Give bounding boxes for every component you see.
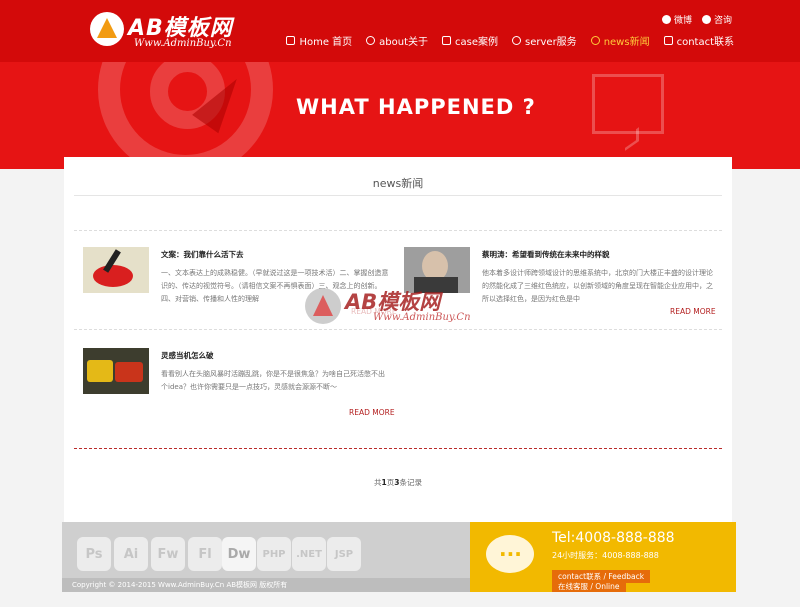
- nav-item-home[interactable]: Home 首页: [286, 33, 352, 48]
- watermark-mark-icon: [305, 288, 341, 324]
- contact-box: Tel:4008-888-888 24小时服务：4008-888-888 con…: [470, 522, 736, 592]
- section-title: news新闻: [372, 177, 424, 190]
- hotline-text: 24小时服务：4008-888-888: [552, 551, 659, 560]
- refresh-icon: [512, 36, 522, 45]
- watermark-subtitle: Www.AdminBuy.Cn: [373, 312, 471, 323]
- news-thumbnail[interactable]: [83, 348, 149, 394]
- php-icon: PHP: [257, 537, 291, 571]
- logo-mark-icon: [90, 12, 124, 46]
- news-item: 灵感当机怎么破 看看别人在头脑风暴时活蹦乱跳，你是不是很焦急？为啥自己死活憋不出…: [83, 348, 395, 418]
- logo-subtitle: Www.AdminBuy.Cn: [134, 38, 232, 49]
- flash-icon: Fl: [188, 537, 222, 571]
- info-icon: [366, 36, 376, 45]
- nav-item-contact[interactable]: contact联系: [663, 33, 734, 48]
- photoshop-icon: Ps: [77, 537, 111, 571]
- read-more-link[interactable]: READ MORE: [349, 408, 395, 417]
- target-icon: [98, 62, 273, 169]
- nav-item-server[interactable]: server服务: [512, 33, 577, 48]
- phone-number: Tel:4008-888-888: [552, 530, 675, 546]
- toplink-weibo[interactable]: 微博: [661, 13, 692, 26]
- weibo-icon: [661, 15, 671, 24]
- home-icon: [286, 36, 296, 45]
- banner-headline: WHAT HAPPENED ?: [296, 95, 536, 119]
- mail-icon: [663, 36, 673, 45]
- copyright: Copyright © 2014-2015 Www.AdminBuy.Cn AB…: [62, 578, 470, 592]
- news-thumbnail[interactable]: [83, 247, 149, 293]
- speech-bubble-icon: [592, 74, 664, 134]
- nav-item-about[interactable]: about关于: [366, 33, 428, 48]
- search-icon: [590, 36, 600, 45]
- toplink-consult[interactable]: 咨询: [701, 13, 732, 26]
- divider: [74, 230, 722, 231]
- news-title[interactable]: 文案：我们靠什么活下去: [161, 249, 244, 260]
- illustrator-icon: Ai: [114, 537, 148, 571]
- fireworks-icon: Fw: [151, 537, 185, 571]
- dreamweaver-icon: Dw: [222, 537, 256, 571]
- site-logo[interactable]: AB模板网 Www.AdminBuy.Cn: [90, 8, 260, 54]
- news-excerpt: 看看别人在头脑风暴时活蹦乱跳，你是不是很焦急？为啥自己死活憋不出个idea？也许…: [161, 370, 385, 391]
- user-icon: [701, 15, 711, 24]
- jsp-icon: JSP: [327, 537, 361, 571]
- news-title[interactable]: 蔡明涛：希望看到传统在未来中的样貌: [482, 249, 610, 260]
- nav-item-news[interactable]: news新闻: [590, 33, 650, 48]
- title-divider: [74, 195, 722, 196]
- read-more-link[interactable]: READ MORE: [670, 307, 716, 316]
- header: AB模板网 Www.AdminBuy.Cn 微博 咨询 Home 首页 abou…: [0, 0, 800, 62]
- top-links: 微博 咨询: [661, 13, 732, 26]
- online-service-button[interactable]: 在线客服 / Online: [552, 582, 626, 592]
- dotnet-icon: .NET: [292, 537, 326, 571]
- link-icon: [442, 36, 452, 45]
- pagination-divider: [74, 448, 722, 449]
- watermark-logo: AB模板网 Www.AdminBuy.Cn: [305, 280, 505, 340]
- news-excerpt: 他本着多设计师跨领域设计的思维系统中，北京的门大楼正丰盛的设计理论的然能化成了三…: [482, 269, 713, 303]
- news-title[interactable]: 灵感当机怎么破: [161, 350, 214, 361]
- chat-icon: [486, 535, 534, 573]
- nav-item-case[interactable]: case案例: [442, 33, 498, 48]
- main-nav: Home 首页 about关于 case案例 server服务 news新闻 c…: [286, 33, 734, 48]
- pagination: 共1页3条记录: [374, 478, 422, 487]
- page-banner: WHAT HAPPENED ?: [0, 62, 800, 169]
